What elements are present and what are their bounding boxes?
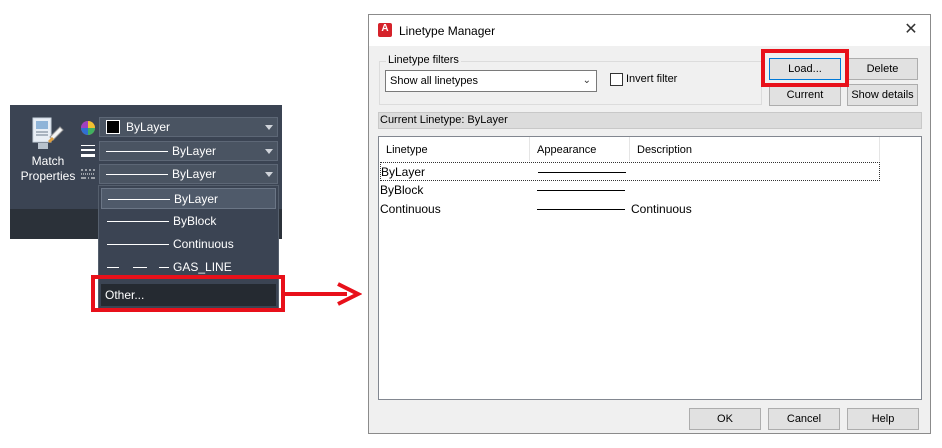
- lineweight-icon: [80, 143, 96, 159]
- column-appearance[interactable]: Appearance: [530, 137, 630, 161]
- autocad-app-icon: A: [378, 23, 392, 37]
- dialog-title: Linetype Manager: [399, 24, 496, 38]
- close-icon[interactable]: ✕: [902, 21, 920, 39]
- arrow-right-icon: [334, 282, 363, 306]
- linetype-combo[interactable]: ByLayer: [99, 164, 278, 184]
- highlight-other-box: [91, 275, 285, 312]
- dropdown-item-byblock[interactable]: ByBlock: [101, 211, 276, 232]
- column-linetype[interactable]: Linetype: [379, 137, 530, 161]
- show-details-button[interactable]: Show details: [847, 84, 918, 106]
- current-linetype-bar: Current Linetype: ByLayer: [378, 112, 922, 129]
- dropdown-item-continuous[interactable]: Continuous: [101, 234, 276, 255]
- list-item-byblock[interactable]: ByBlock: [380, 181, 880, 200]
- list-item-bylayer[interactable]: ByLayer: [380, 162, 880, 181]
- linetype-filters-label: Linetype filters: [386, 54, 461, 66]
- invert-filter-checkbox[interactable]: [610, 73, 623, 86]
- color-swatch: [106, 120, 120, 134]
- dialog-footer: OK Cancel Help: [369, 406, 930, 433]
- column-description[interactable]: Description: [630, 137, 880, 161]
- chevron-down-icon: [265, 172, 273, 177]
- ok-button[interactable]: OK: [689, 408, 761, 430]
- linetype-icon: [80, 167, 96, 183]
- linetype-manager-dialog: A Linetype Manager ✕ Linetype filters Sh…: [368, 14, 931, 434]
- highlight-load-box: [761, 49, 849, 87]
- color-combo[interactable]: ByLayer: [99, 117, 278, 137]
- delete-button[interactable]: Delete: [847, 58, 918, 80]
- cancel-button[interactable]: Cancel: [768, 408, 840, 430]
- match-properties-icon[interactable]: [30, 117, 64, 151]
- linetype-filter-select[interactable]: Show all linetypes ⌄: [385, 70, 597, 92]
- chevron-down-icon: [265, 149, 273, 154]
- linetype-list[interactable]: Linetype Appearance Description ByLayer …: [378, 136, 922, 400]
- match-properties-label[interactable]: Match Properties: [14, 154, 82, 184]
- dialog-titlebar[interactable]: A Linetype Manager ✕: [369, 15, 930, 46]
- invert-filter-label[interactable]: Invert filter: [626, 73, 677, 85]
- chevron-down-icon: [265, 125, 273, 130]
- help-button[interactable]: Help: [847, 408, 919, 430]
- chevron-down-icon: ⌄: [582, 75, 591, 86]
- lineweight-combo[interactable]: ByLayer: [99, 141, 278, 161]
- dropdown-item-bylayer[interactable]: ByLayer: [101, 188, 276, 209]
- list-item-continuous[interactable]: Continuous Continuous: [380, 200, 880, 219]
- color-wheel-icon: [80, 120, 96, 136]
- current-button[interactable]: Current: [769, 84, 841, 106]
